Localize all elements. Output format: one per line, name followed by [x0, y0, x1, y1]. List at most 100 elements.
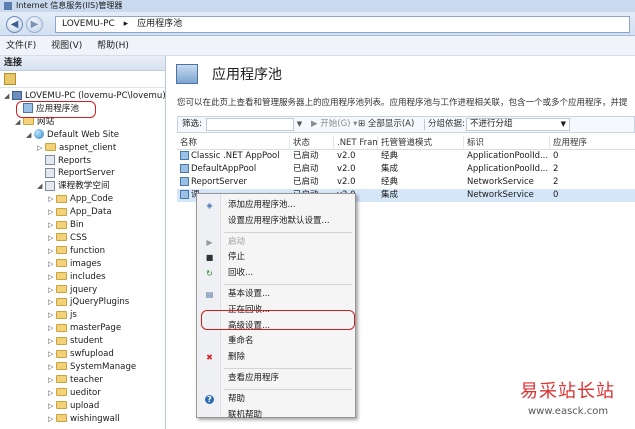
tree-expander-icon[interactable]: ▷	[48, 245, 56, 258]
tree-node[interactable]: ▷ masterPage	[48, 322, 121, 335]
tree-node[interactable]: ▷ swfupload	[48, 348, 114, 361]
table-row[interactable]: DefaultAppPool 已启动 v2.0 集成 ApplicationPoolId…	[177, 163, 635, 176]
tree-expander-icon[interactable]: ▷	[48, 219, 56, 232]
menu-item-label: 帮助	[228, 393, 246, 404]
tree-expander-icon[interactable]: ▷	[48, 309, 56, 322]
tree-expander-icon[interactable]: ▷	[48, 206, 56, 219]
tree-node-label: Bin	[70, 220, 84, 230]
tree-expander-icon[interactable]: ▷	[48, 193, 56, 206]
tree-node[interactable]: ◢ 课程教学空间	[37, 180, 110, 193]
col-identity[interactable]: 标识	[464, 136, 550, 150]
menu-item-16[interactable]: 联机帮助	[197, 408, 355, 423]
tree-expander-icon[interactable]: ▷	[48, 361, 56, 374]
tree-expander-icon[interactable]: ▷	[48, 232, 56, 245]
table-cell: NetworkService	[464, 189, 550, 202]
connect-icon[interactable]	[4, 73, 16, 85]
tree-expander-icon[interactable]: ▷	[48, 271, 56, 284]
col-name[interactable]: 名称	[177, 136, 290, 150]
tree-expander-icon[interactable]: ▷	[48, 296, 56, 309]
tree-node[interactable]: ▷ includes	[48, 271, 106, 284]
menu-item-label: 添加应用程序池...	[228, 200, 296, 210]
tree-node[interactable]: ▷ wishingwall	[48, 413, 120, 426]
menu-view[interactable]: 视图(V)	[45, 36, 88, 56]
start-filter-button[interactable]: ▶ 开始(G) ▾	[311, 117, 357, 132]
breadcrumb[interactable]: LOVEMU-PC ▸ 应用程序池	[55, 16, 630, 33]
tree-expander-icon[interactable]: ◢	[4, 90, 12, 103]
breadcrumb-server[interactable]: LOVEMU-PC	[62, 19, 115, 29]
col-pipeline[interactable]: 托管管道模式	[378, 136, 464, 150]
col-framework[interactable]: .NET Fram...	[334, 136, 378, 150]
menu-item-5[interactable]: ↻ 回收...	[197, 266, 355, 281]
tree-expander-icon[interactable]: ▷	[48, 387, 56, 400]
cell-text: v2.0	[337, 151, 356, 161]
menu-item-label: 停止	[228, 252, 246, 263]
menu-file[interactable]: 文件(F)	[0, 36, 42, 56]
menu-item-10[interactable]: 重命名	[197, 334, 355, 349]
filter-input[interactable]	[206, 118, 294, 131]
tree-expander-icon[interactable]: ▷	[48, 413, 56, 426]
col-applications[interactable]: 应用程序	[550, 136, 635, 150]
tree-expander-icon[interactable]: ▷	[48, 258, 56, 271]
tree-node[interactable]: ▷ App_Code	[48, 193, 113, 206]
tree-expander-icon[interactable]: ▷	[48, 400, 56, 413]
tree-expander-icon[interactable]: ▷	[48, 335, 56, 348]
app-pool-icon	[180, 151, 189, 160]
menu-item-7[interactable]: ▤ 基本设置...	[197, 287, 355, 302]
table-cell: 集成	[378, 189, 464, 202]
tree-expander-icon[interactable]: ▷	[48, 374, 56, 387]
cell-text: NetworkService	[467, 177, 534, 187]
menu-item-11[interactable]: ✖ 删除	[197, 350, 355, 365]
tree-expander-icon[interactable]: ◢	[26, 129, 34, 142]
tree-expander-icon[interactable]: ▷	[37, 142, 45, 155]
delete-icon: ✖	[206, 353, 213, 363]
tree-node-label: ReportServer	[58, 168, 115, 179]
menu-item-label: 回收...	[228, 268, 254, 279]
menu-bar: 文件(F) 视图(V) 帮助(H)	[0, 36, 635, 56]
folder-icon	[56, 285, 67, 293]
tree-node[interactable]: ▷ teacher	[48, 374, 103, 387]
menu-item-15[interactable]: ? 帮助	[197, 392, 355, 407]
tree-node[interactable]: ▷ upload	[48, 400, 99, 413]
tree-node[interactable]: ▷ function	[48, 245, 105, 258]
tree-node[interactable]: ▷ ueditor	[48, 387, 101, 400]
tree-node-label: ueditor	[70, 387, 101, 398]
col-status[interactable]: 状态	[290, 136, 334, 150]
tree-node[interactable]: ▷ App_Data	[48, 206, 112, 219]
menu-item-4[interactable]: ■ 停止	[197, 250, 355, 265]
tree-expander-icon[interactable]: ◢	[37, 180, 45, 193]
tree-node-label: jQueryPlugins	[70, 297, 130, 308]
tree-node[interactable]: ▷ jQueryPlugins	[48, 296, 129, 309]
tree-expander-icon[interactable]: ▷	[48, 322, 56, 335]
breadcrumb-app-pools[interactable]: 应用程序池	[137, 19, 182, 29]
tree-node[interactable]: ▷ SystemManage	[48, 361, 136, 374]
tree-node-label: LOVEMU-PC (lovemu-PC\lovemu)	[25, 91, 166, 101]
menu-help[interactable]: 帮助(H)	[91, 36, 135, 56]
menu-item-0[interactable]: ◈ 添加应用程序池...	[197, 198, 355, 213]
table-cell: 0	[550, 150, 635, 163]
tree-node-label: js	[70, 310, 77, 321]
tree-node[interactable]: ◢ Default Web Site	[26, 129, 119, 142]
tree-node[interactable]: ▷ CSS	[48, 232, 87, 245]
menu-item-13[interactable]: 查看应用程序	[197, 371, 355, 386]
tree-expander-icon[interactable]: ▷	[48, 284, 56, 297]
forward-button[interactable]: ▶	[26, 16, 43, 33]
tree-node[interactable]: ▷ student	[48, 335, 103, 348]
tree-node[interactable]: ▷ js	[48, 309, 77, 322]
tree-node[interactable]: ▷ jquery	[48, 284, 97, 297]
menu-item-1[interactable]: 设置应用程序池默认设置...	[197, 214, 355, 229]
group-by-select[interactable]: 不进行分组 ▼	[466, 118, 570, 131]
show-all-button[interactable]: ⊞ 全部显示(A)	[358, 117, 414, 132]
tree-node[interactable]: Reports	[37, 155, 91, 168]
tree-node[interactable]: ▷ aspnet_client	[37, 142, 116, 155]
table-row[interactable]: ReportServer 已启动 v2.0 经典 NetworkService 2	[177, 176, 635, 189]
menu-item-3[interactable]: ▶ 启动	[197, 235, 355, 250]
table-row[interactable]: Classic .NET AppPool 已启动 v2.0 经典 Application…	[177, 150, 635, 163]
tree-expander-icon[interactable]: ▷	[48, 348, 56, 361]
tree-node[interactable]: ReportServer	[37, 167, 115, 180]
tree-node[interactable]: ▷ Bin	[48, 219, 84, 232]
filter-dropdown-icon[interactable]: ▼	[294, 118, 305, 131]
back-button[interactable]: ◀	[6, 16, 23, 33]
filter-separator	[424, 119, 425, 130]
tree-node[interactable]: ▷ images	[48, 258, 101, 271]
table-cell: 经典	[378, 150, 464, 163]
